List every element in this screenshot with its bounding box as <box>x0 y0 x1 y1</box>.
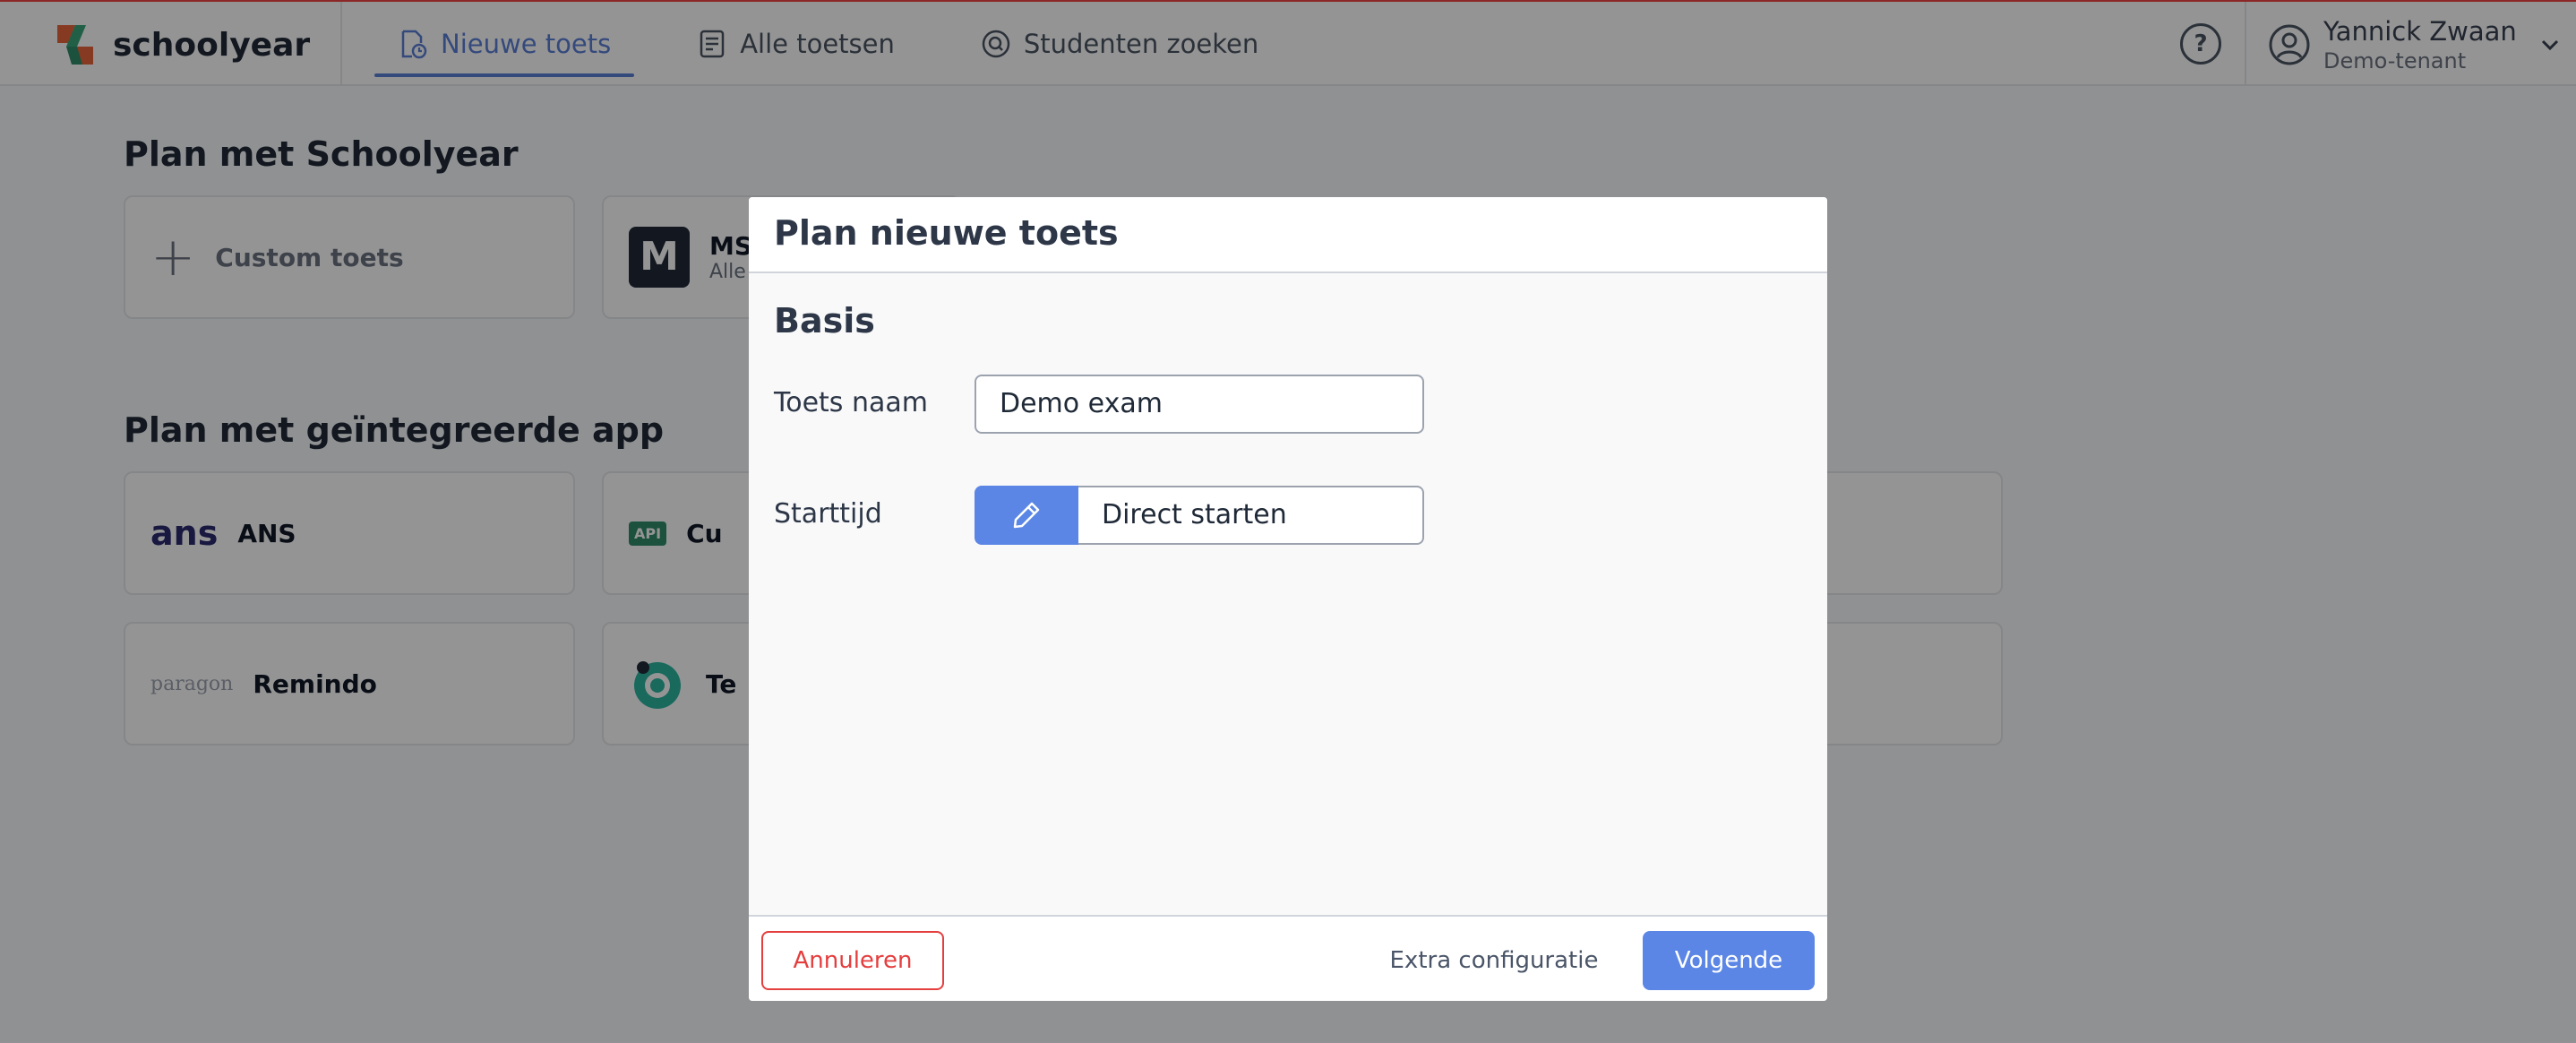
dialog-footer: Annuleren Extra configuratie Volgende <box>749 915 1827 1001</box>
exam-name-label: Toets naam <box>774 387 928 418</box>
exam-name-input[interactable]: Demo exam <box>975 375 1424 434</box>
start-time-value[interactable]: Direct starten <box>1078 486 1424 545</box>
start-time-label: Starttijd <box>774 498 882 530</box>
pencil-icon <box>1013 502 1040 529</box>
start-time-field: Direct starten <box>975 486 1424 545</box>
edit-start-time-button[interactable] <box>975 486 1078 545</box>
extra-configuration-button[interactable]: Extra configuratie <box>1383 931 1605 990</box>
cancel-button[interactable]: Annuleren <box>761 931 944 990</box>
plan-new-exam-dialog: Plan nieuwe toets Basis Toets naam Demo … <box>749 197 1827 1001</box>
dialog-title: Plan nieuwe toets <box>774 213 1119 253</box>
next-button[interactable]: Volgende <box>1643 931 1815 990</box>
dialog-header: Plan nieuwe toets <box>749 197 1827 273</box>
basis-section-title: Basis <box>774 301 875 340</box>
